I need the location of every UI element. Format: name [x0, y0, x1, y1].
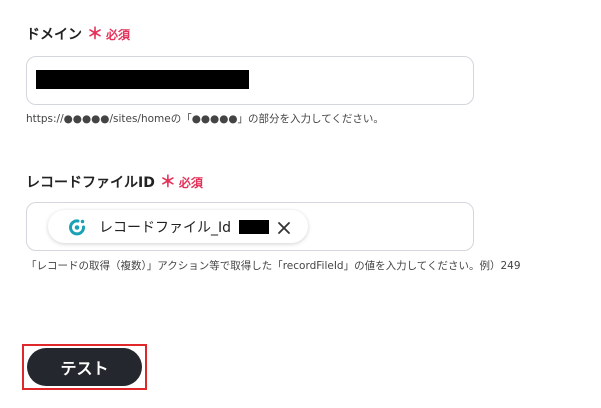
record-file-id-field-label: レコードファイルID ＊ 必須 [26, 172, 203, 192]
chip-label: レコードファイル_Id [99, 219, 232, 236]
record-file-id-input[interactable]: レコードファイル_Id [26, 202, 474, 251]
test-button[interactable]: テスト [27, 348, 142, 386]
form-page: ドメイン ＊ 必須 https://●●●●●/sites/homeの「●●●●… [0, 0, 601, 408]
record-file-id-help-text: 「レコードの取得（複数）」アクション等で取得した「recordFileId」の値… [26, 260, 521, 272]
required-badge: 必須 [106, 27, 131, 42]
redacted-domain-value [36, 70, 249, 89]
domain-label-text: ドメイン [26, 27, 82, 43]
record-file-id-label-text: レコードファイルID [26, 175, 155, 191]
close-icon[interactable] [277, 220, 291, 234]
required-badge: 必須 [178, 175, 203, 190]
required-asterisk: ＊ [87, 24, 104, 43]
domain-help-text: https://●●●●●/sites/homeの「●●●●●」の部分を入力して… [26, 113, 384, 125]
redacted-chip-value [239, 219, 270, 234]
app-logo-icon [67, 217, 87, 237]
domain-input[interactable] [26, 56, 474, 105]
required-asterisk: ＊ [159, 172, 176, 191]
variable-chip[interactable]: レコードファイル_Id [48, 210, 308, 243]
domain-field-label: ドメイン ＊ 必須 [26, 24, 130, 44]
